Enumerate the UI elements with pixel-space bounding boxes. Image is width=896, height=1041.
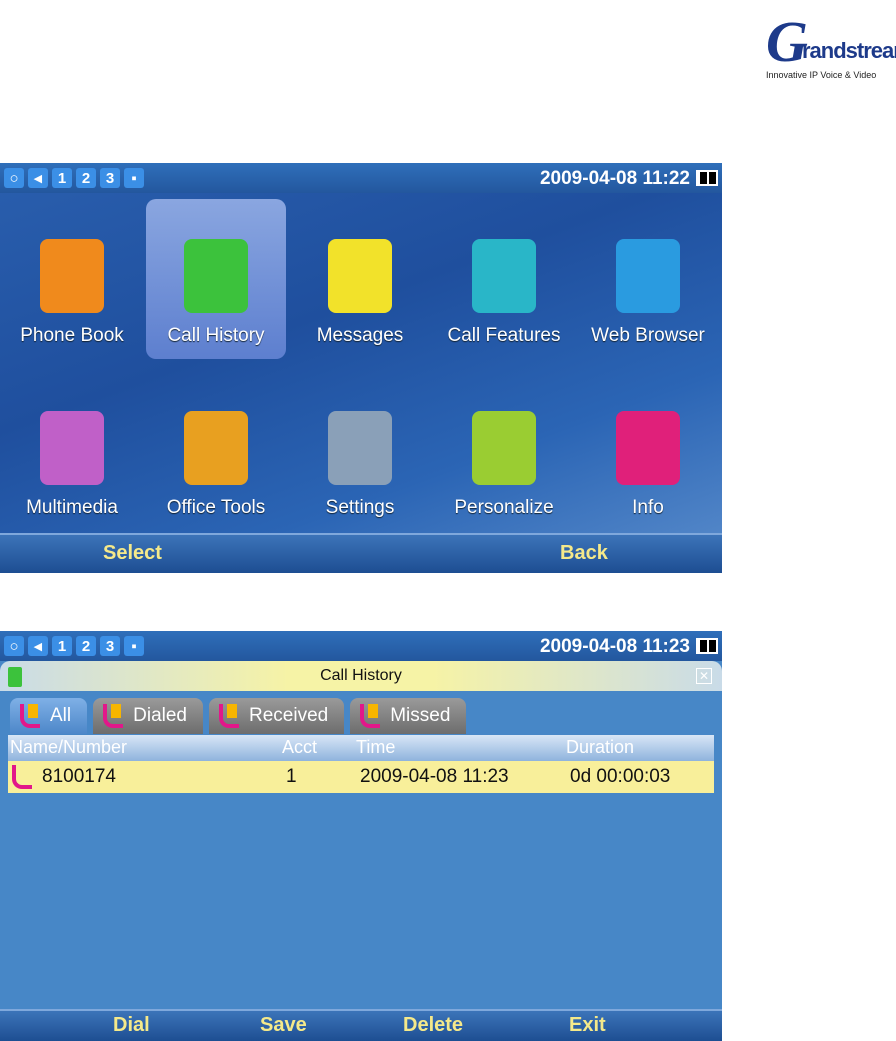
menu-item-call-history[interactable]: Call History <box>146 199 286 359</box>
delete-softkey[interactable]: Delete <box>403 1014 463 1037</box>
col-time[interactable]: Time <box>356 737 395 758</box>
info-icon <box>616 411 680 485</box>
account-3-icon: 3 <box>100 636 120 656</box>
status-bar: ○ ◂ 1 2 3 ▪ 2009-04-08 11:22 <box>0 163 722 193</box>
call-history-screen: ○ ◂ 1 2 3 ▪ 2009-04-08 11:23 Call Histor… <box>0 631 722 1041</box>
card-icon: ▪ <box>124 168 144 188</box>
menu-item-label: Messages <box>316 325 404 346</box>
card-icon: ▪ <box>124 636 144 656</box>
account-3-icon: 3 <box>100 168 120 188</box>
softkey-bar: Dial Save Delete Exit <box>0 1009 722 1041</box>
tab-label: Dialed <box>133 705 187 726</box>
office-tools-icon <box>184 411 248 485</box>
menu-item-label: Phone Book <box>20 325 124 346</box>
main-menu-screen: ○ ◂ 1 2 3 ▪ 2009-04-08 11:22 Phone Book C… <box>0 163 722 573</box>
settings-icon <box>328 411 392 485</box>
battery-icon <box>696 638 718 654</box>
menu-item-personalize[interactable]: Personalize <box>432 371 576 531</box>
network-icon: ○ <box>4 636 24 656</box>
call-features-icon <box>472 239 536 313</box>
dialed-calls-icon <box>103 704 124 728</box>
close-icon[interactable]: ✕ <box>696 668 712 684</box>
account-2-icon: 2 <box>76 636 96 656</box>
call-history-icon <box>8 667 22 687</box>
menu-item-office-tools[interactable]: Office Tools <box>144 371 288 531</box>
menu-item-label: Call History <box>167 325 265 346</box>
dial-softkey[interactable]: Dial <box>113 1014 150 1037</box>
table-row[interactable]: 8100174 1 2009-04-08 11:23 0d 00:00:03 <box>8 761 714 793</box>
menu-item-label: Personalize <box>454 497 554 518</box>
menu-item-web-browser[interactable]: Web Browser <box>576 199 720 359</box>
menu-item-call-features[interactable]: Call Features <box>432 199 576 359</box>
window-title: Call History <box>0 661 722 691</box>
select-softkey[interactable]: Select <box>103 542 162 565</box>
tab-missed[interactable]: Missed <box>350 698 467 734</box>
tab-bar: All Dialed Received Missed <box>10 698 467 734</box>
call-history-icon <box>184 239 248 313</box>
menu-item-label: Call Features <box>447 325 561 346</box>
battery-icon <box>696 170 718 186</box>
save-softkey[interactable]: Save <box>260 1014 307 1037</box>
tab-label: Missed <box>390 705 451 726</box>
messages-icon <box>328 239 392 313</box>
menu-item-phone-book[interactable]: Phone Book <box>0 199 144 359</box>
tab-label: Received <box>249 705 329 726</box>
status-bar: ○ ◂ 1 2 3 ▪ 2009-04-08 11:23 <box>0 631 722 661</box>
call-duration: 0d 00:00:03 <box>570 766 671 787</box>
speaker-icon: ◂ <box>28 168 48 188</box>
account-1-icon: 1 <box>52 636 72 656</box>
clock: 2009-04-08 11:22 <box>539 168 690 189</box>
back-softkey[interactable]: Back <box>560 542 608 565</box>
tab-all[interactable]: All <box>10 698 88 734</box>
all-calls-icon <box>20 704 40 728</box>
menu-item-info[interactable]: Info <box>576 371 720 531</box>
table-header: Name/Number Acct Time Duration <box>8 735 714 761</box>
exit-softkey[interactable]: Exit <box>569 1014 606 1037</box>
personalize-icon <box>472 411 536 485</box>
menu-item-label: Office Tools <box>166 497 266 518</box>
multimedia-icon <box>40 411 104 485</box>
col-name-number[interactable]: Name/Number <box>10 737 127 758</box>
account-1-icon: 1 <box>52 168 72 188</box>
menu-item-label: Multimedia <box>26 497 118 518</box>
menu-item-messages[interactable]: Messages <box>288 199 432 359</box>
softkey-bar: Select Back <box>0 533 722 573</box>
menu-item-label: Settings <box>325 497 395 518</box>
call-time: 2009-04-08 11:23 <box>360 766 509 787</box>
tab-dialed[interactable]: Dialed <box>93 698 203 734</box>
received-calls-icon <box>219 704 239 728</box>
clock: 2009-04-08 11:23 <box>539 636 690 657</box>
tab-label: All <box>50 705 72 726</box>
missed-calls-icon <box>360 704 381 728</box>
call-acct: 1 <box>286 766 297 787</box>
col-acct[interactable]: Acct <box>282 737 317 758</box>
menu-item-multimedia[interactable]: Multimedia <box>0 371 144 531</box>
network-icon: ○ <box>4 168 24 188</box>
phone-book-icon <box>40 239 104 313</box>
menu-item-label: Info <box>632 497 664 518</box>
account-2-icon: 2 <box>76 168 96 188</box>
call-number: 8100174 <box>42 766 116 787</box>
grandstream-logo: GrandstreamInnovative IP Voice & Video <box>766 9 896 80</box>
tab-received[interactable]: Received <box>209 698 345 734</box>
menu-item-settings[interactable]: Settings <box>288 371 432 531</box>
speaker-icon: ◂ <box>28 636 48 656</box>
received-call-icon <box>12 765 32 789</box>
col-duration[interactable]: Duration <box>566 737 634 758</box>
menu-item-label: Web Browser <box>591 325 705 346</box>
web-browser-icon <box>616 239 680 313</box>
